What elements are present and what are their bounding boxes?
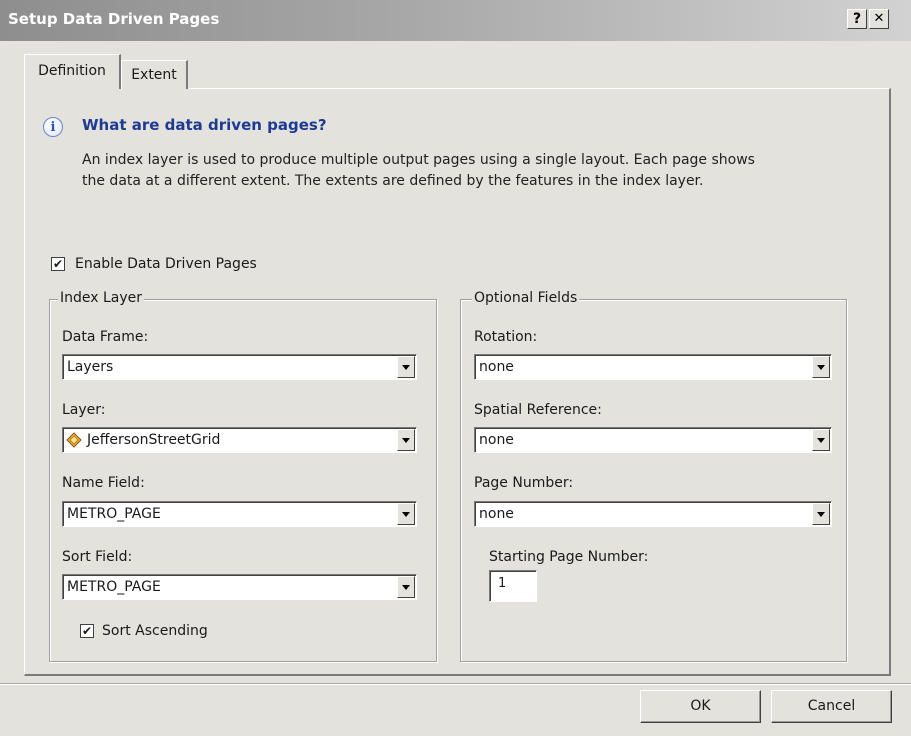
enable-ddp-label: Enable Data Driven Pages (75, 256, 257, 272)
chevron-down-icon[interactable] (812, 429, 830, 451)
sort-ascending-checkbox[interactable]: ✔ (80, 624, 94, 638)
starting-page-number-label: Starting Page Number: (489, 549, 649, 565)
polygon-layer-icon (66, 432, 82, 448)
spatial-reference-label: Spatial Reference: (474, 402, 602, 418)
starting-page-number-input[interactable]: 1 (489, 570, 537, 602)
rotation-value: none (479, 359, 514, 375)
info-description-line2: the data at a different extent. The exte… (82, 173, 704, 189)
info-description-line1: An index layer is used to produce multip… (82, 152, 755, 168)
info-icon: i (43, 117, 63, 137)
info-heading: What are data driven pages? (82, 116, 327, 134)
close-button[interactable]: ✕ (869, 9, 889, 29)
data-frame-value: Layers (67, 359, 114, 375)
ok-button[interactable]: OK (640, 690, 761, 723)
cancel-button[interactable]: Cancel (771, 690, 892, 723)
chevron-down-icon[interactable] (397, 503, 415, 525)
spatial-reference-value: none (479, 432, 514, 448)
layer-select[interactable]: JeffersonStreetGrid (62, 427, 417, 453)
page-number-select[interactable]: none (474, 501, 832, 527)
close-icon: ✕ (873, 11, 885, 26)
chevron-down-icon[interactable] (397, 356, 415, 378)
name-field-value: METRO_PAGE (67, 506, 161, 522)
tab-extent[interactable]: Extent (121, 60, 188, 89)
chevron-down-icon[interactable] (397, 429, 415, 451)
data-frame-label: Data Frame: (62, 329, 149, 345)
footer-divider (0, 683, 911, 685)
tab-definition[interactable]: Definition (24, 54, 121, 89)
chevron-down-icon[interactable] (812, 356, 830, 378)
name-field-label: Name Field: (62, 475, 145, 491)
page-number-value: none (479, 506, 514, 522)
data-frame-select[interactable]: Layers (62, 354, 417, 380)
sort-field-value: METRO_PAGE (67, 579, 161, 595)
page-number-label: Page Number: (474, 475, 574, 491)
help-button[interactable]: ? (847, 9, 867, 29)
layer-value: JeffersonStreetGrid (87, 432, 221, 448)
rotation-label: Rotation: (474, 329, 538, 345)
window-title: Setup Data Driven Pages (8, 10, 220, 28)
sort-ascending-label: Sort Ascending (102, 623, 208, 639)
index-layer-legend: Index Layer (58, 290, 145, 306)
spatial-reference-select[interactable]: none (474, 427, 832, 453)
optional-fields-legend: Optional Fields (472, 290, 580, 306)
chevron-down-icon[interactable] (397, 576, 415, 598)
sort-field-select[interactable]: METRO_PAGE (62, 574, 417, 600)
enable-ddp-checkbox[interactable]: ✔ (51, 257, 65, 271)
rotation-select[interactable]: none (474, 354, 832, 380)
sort-field-label: Sort Field: (62, 549, 133, 565)
layer-label: Layer: (62, 402, 106, 418)
name-field-select[interactable]: METRO_PAGE (62, 501, 417, 527)
chevron-down-icon[interactable] (812, 503, 830, 525)
